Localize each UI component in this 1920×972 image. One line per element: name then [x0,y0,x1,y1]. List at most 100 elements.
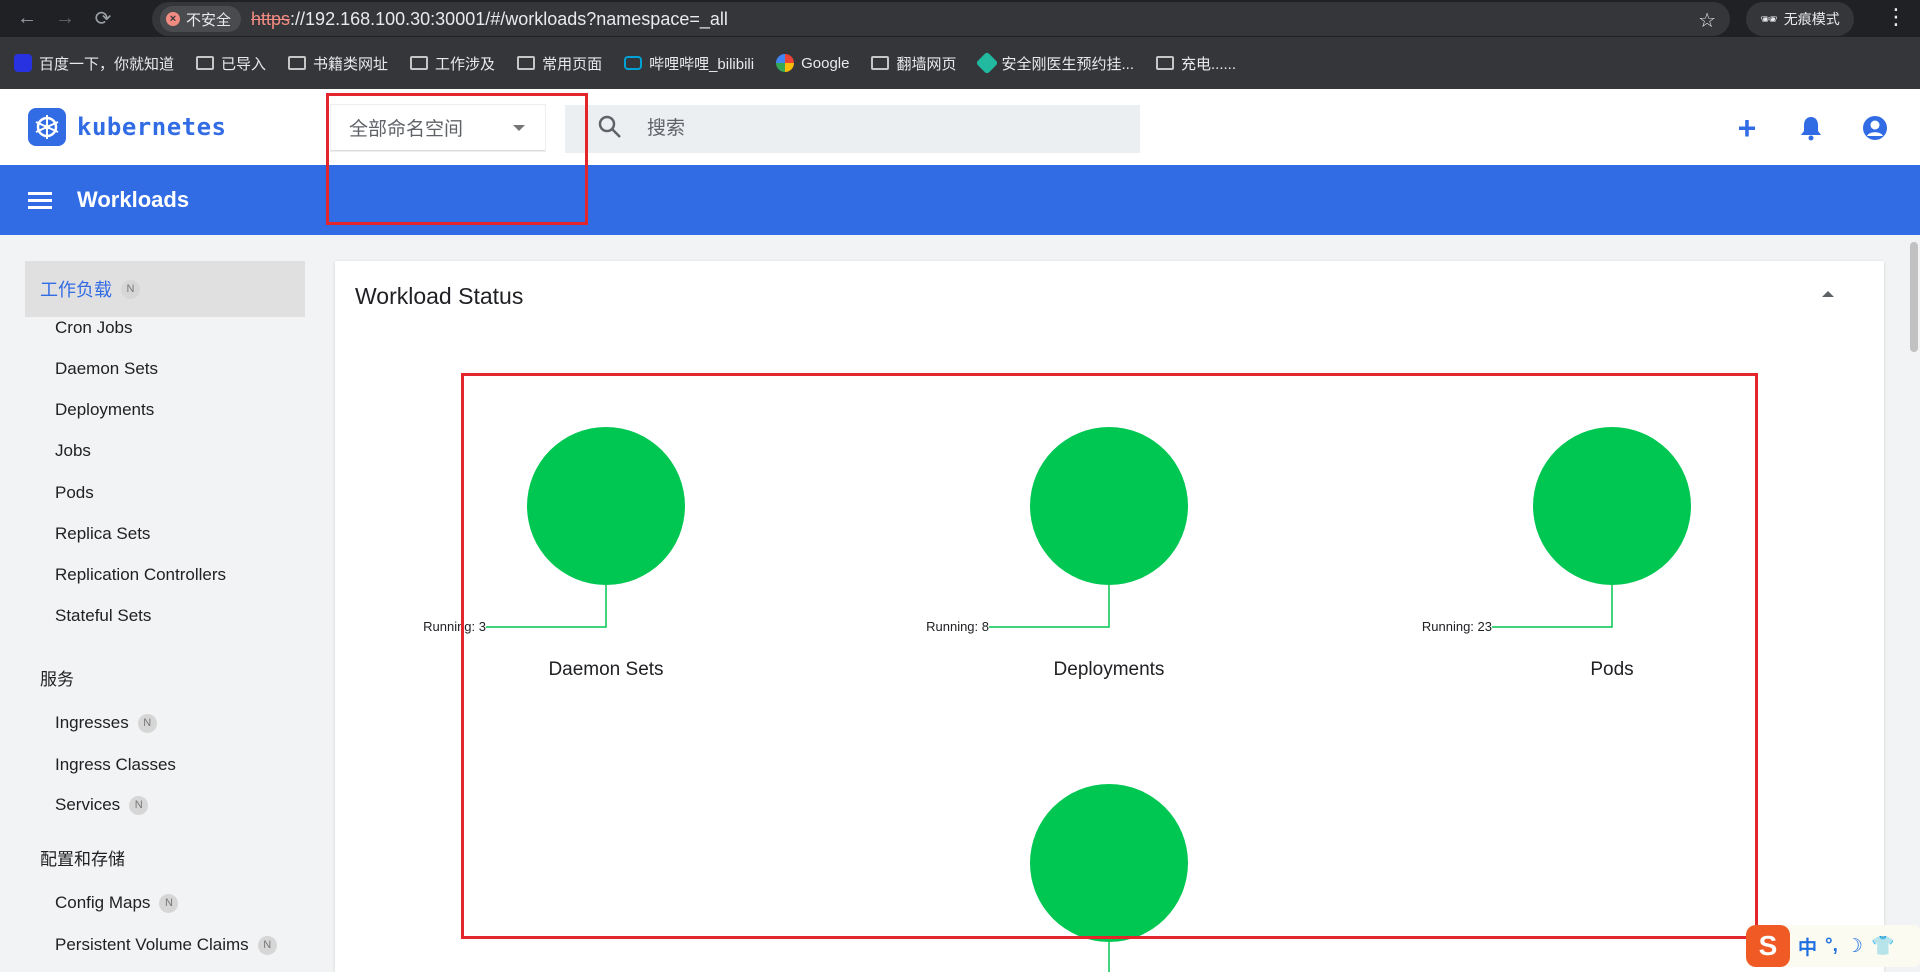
ime-mode-label[interactable]: 中 [1798,933,1817,960]
bookmark-star-icon[interactable]: ☆ [1698,8,1716,33]
back-icon[interactable]: ← [12,4,42,34]
bookmark-item[interactable]: 书籍类网址 [288,53,388,74]
sidebar-item-deployments[interactable]: Deployments [55,400,154,420]
folder-icon [1156,56,1175,70]
sidebar-item-daemon-sets[interactable]: Daemon Sets [55,359,158,379]
annotation-box-charts [461,373,1758,939]
sidebar-item-label: Ingress Classes [55,755,176,774]
address-bar[interactable]: × 不安全 https://192.168.100.30:30001/#/wor… [152,2,1730,36]
namespaced-badge: N [129,795,149,815]
sidebar-item-jobs[interactable]: Jobs [55,441,91,461]
baidu-icon [14,54,32,72]
bookmark-label: 常用页面 [542,55,603,73]
google-icon [776,54,795,72]
notifications-bell-icon[interactable] [1796,113,1826,143]
bookmark-item[interactable]: 充电...... [1156,53,1236,74]
sidebar-item-label: Services [55,795,121,814]
sidebar-item-workloads[interactable]: 工作负载 N [25,261,305,317]
bookmark-label: Google [801,54,850,72]
bookmark-label: 安全刚医生预约挂... [1001,55,1135,73]
sidebar-item-label: Jobs [55,441,91,460]
app-header: kubernetes 全部命名空间 + [0,89,1920,165]
ime-toolbar[interactable]: S 中 °, ☽ 👕 [1746,925,1920,967]
scrollbar-thumb[interactable] [1910,242,1918,352]
namespaced-badge: N [137,713,157,733]
url-rest: ://192.168.100.30:30001/#/workloads?name… [290,8,728,29]
url-text[interactable]: https://192.168.100.30:30001/#/workloads… [251,9,728,30]
skin-shirt-icon[interactable]: 👕 [1871,934,1895,958]
sidebar-item-label: Deployments [55,400,155,419]
folder-icon [517,56,536,70]
bookmark-item[interactable]: 百度一下，你就知道 [14,53,174,74]
bookmarks-bar: 百度一下，你就知道 已导入 书籍类网址 工作涉及 常用页面 哔哩哔哩_bilibili Go… [0,37,1920,89]
folder-icon [871,56,890,70]
sidebar-item-pods[interactable]: Pods [55,483,94,503]
forward-icon[interactable]: → [50,4,80,34]
medical-icon [975,51,998,75]
sidebar-item-label: Daemon Sets [55,359,158,378]
sidebar-workloads-label: 工作负载 [40,280,112,300]
create-plus-icon[interactable]: + [1732,110,1762,146]
sidebar-item-label: Ingresses [55,713,129,732]
reload-icon[interactable]: ⟳ [88,4,118,34]
sidebar-item-label: Pods [55,483,94,502]
bookmark-item[interactable]: 哔哩哔哩_bilibili [624,53,754,74]
sidebar-item-label: Config Maps [55,893,151,912]
sidebar-item-replica-sets[interactable]: Replica Sets [55,524,150,544]
namespaced-badge: N [159,893,179,913]
bookmark-label: 翻墙网页 [896,55,957,73]
bookmark-label: 哔哩哔哩_bilibili [649,55,755,73]
annotation-box-namespace [326,93,588,225]
sidebar-item-services[interactable]: Services N [55,795,149,815]
warning-icon: × [166,12,180,26]
account-circle-icon[interactable] [1860,113,1890,143]
namespaced-badge: N [257,935,277,955]
folder-icon [410,56,429,70]
security-chip[interactable]: × 不安全 [160,6,242,32]
bookmark-item[interactable]: Google [776,54,849,72]
sidebar-item-pvc[interactable]: Persistent Volume Claims N [55,935,277,955]
punctuation-icon[interactable]: °, [1825,935,1838,957]
bilibili-icon [624,56,643,70]
kubernetes-logo[interactable]: kubernetes [28,108,227,146]
security-label: 不安全 [186,11,232,29]
header-actions: + [1732,110,1890,146]
bookmark-item[interactable]: 安全刚医生预约挂... [975,51,1135,75]
sidebar-heading-config-storage[interactable]: 配置和存储 [40,845,125,870]
sidebar-item-ingress-classes[interactable]: Ingress Classes [55,755,176,775]
moon-icon[interactable]: ☽ [1846,935,1863,958]
sidebar-item-stateful-sets[interactable]: Stateful Sets [55,606,151,626]
sidebar-item-label: Stateful Sets [55,606,152,625]
sidebar-heading-services[interactable]: 服务 [40,665,74,690]
search-input[interactable] [647,118,1087,140]
search-icon [597,114,623,145]
sidebar-item-label: Replication Controllers [55,565,227,584]
page-title: Workloads [77,187,190,212]
sidebar-item-label: Persistent Volume Claims [55,935,249,954]
sidebar-item-cron-jobs[interactable]: Cron Jobs [55,318,132,338]
page-toolbar: Workloads [0,165,1920,235]
namespaced-badge: N [121,279,140,299]
bookmark-label: 书籍类网址 [313,55,389,73]
bookmark-item[interactable]: 工作涉及 [410,53,495,74]
sidebar: 工作负载 N Cron Jobs Daemon Sets Deployments Jo… [0,235,334,972]
sidebar-item-ingresses[interactable]: Ingresses N [55,713,157,733]
folder-icon [288,56,307,70]
bookmark-item[interactable]: 已导入 [196,53,266,74]
sidebar-item-replication-controllers[interactable]: Replication Controllers [55,565,226,585]
sogou-logo-icon: S [1746,925,1790,967]
sidebar-item-label: Cron Jobs [55,318,133,337]
bookmark-item[interactable]: 翻墙网页 [871,53,957,74]
search-box[interactable] [565,105,1140,153]
logo-text: kubernetes [77,113,227,141]
incognito-chip[interactable]: 🕶 无痕模式 [1746,2,1854,36]
incognito-label: 无痕模式 [1783,11,1840,27]
bookmark-label: 充电...... [1181,55,1237,73]
url-scheme: https [251,8,291,29]
browser-menu-icon[interactable]: ⋮ [1885,4,1907,30]
menu-hamburger-icon[interactable] [28,191,52,209]
folder-icon [196,56,215,70]
sidebar-item-config-maps[interactable]: Config Maps N [55,893,179,913]
bookmark-label: 百度一下，你就知道 [39,55,175,73]
bookmark-item[interactable]: 常用页面 [517,53,602,74]
